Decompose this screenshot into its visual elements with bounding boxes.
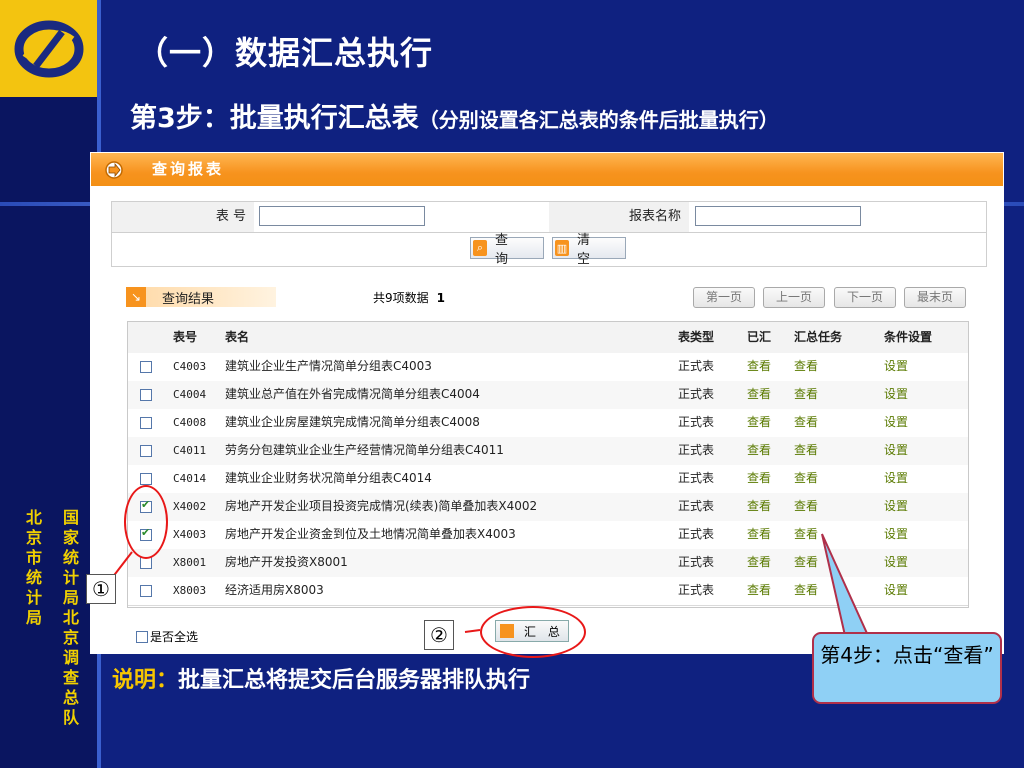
checkbox-highlight-circle (124, 485, 168, 559)
note-text: 批量汇总将提交后台服务器排队执行 (178, 668, 531, 693)
summarize-highlight-circle (480, 606, 586, 658)
callout-pointer (821, 533, 872, 641)
step4-callout: 第4步：点击“查看” (812, 632, 1002, 704)
marker-1: ① (86, 574, 116, 604)
marker2-leader (464, 629, 481, 633)
note: 说明：批量汇总将提交后台服务器排队执行 (112, 662, 530, 694)
note-label: 说明： (112, 668, 179, 693)
marker-2: ② (424, 620, 454, 650)
